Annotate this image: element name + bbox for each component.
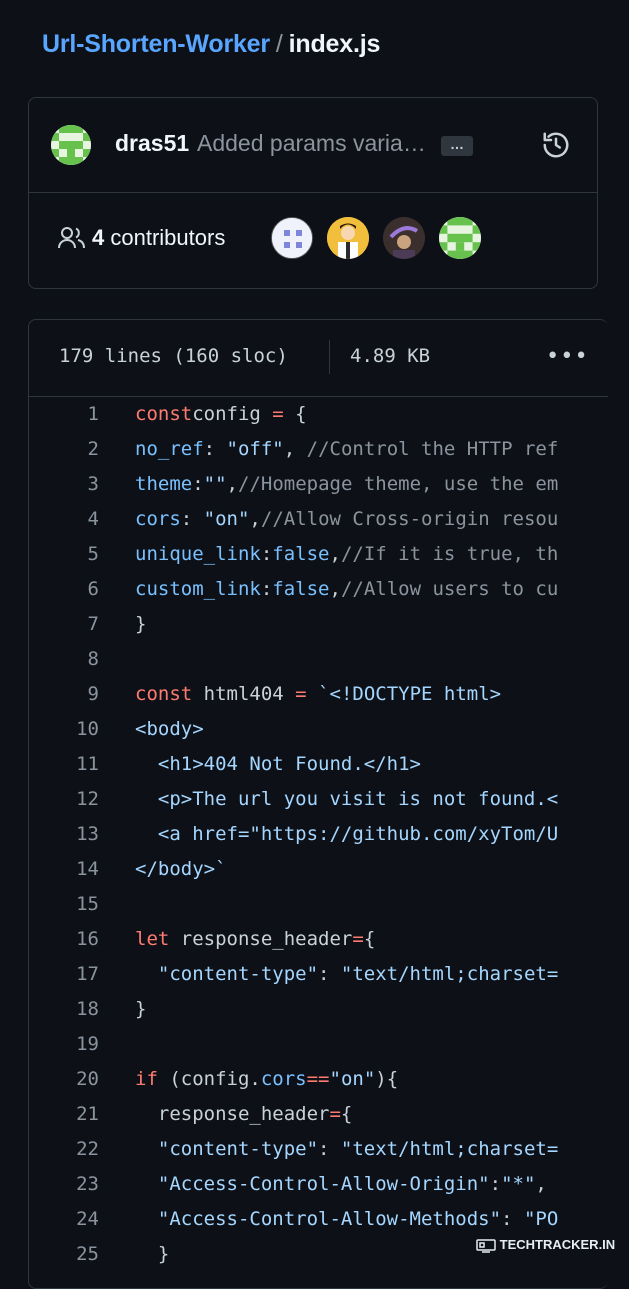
code-line: 1 constconfig = { bbox=[29, 397, 608, 432]
code-text: response_header={ bbox=[135, 1103, 353, 1125]
line-number[interactable]: 21 bbox=[29, 1103, 99, 1125]
line-number[interactable]: 1 bbox=[29, 403, 99, 425]
line-number[interactable]: 16 bbox=[29, 928, 99, 950]
watermark: TECHTRACKER.IN bbox=[476, 1237, 626, 1255]
code-text: "Access-Control-Allow-Origin":"*", bbox=[135, 1173, 547, 1195]
line-number[interactable]: 10 bbox=[29, 718, 99, 740]
code-text: no_ref: "off", //Control the HTTP ref bbox=[135, 438, 559, 460]
code-text: let response_header={ bbox=[135, 928, 376, 950]
code-line: 14 </body>` bbox=[29, 852, 608, 887]
line-number[interactable]: 24 bbox=[29, 1208, 99, 1230]
code-line: 23 "Access-Control-Allow-Origin":"*", bbox=[29, 1167, 608, 1202]
line-number[interactable]: 2 bbox=[29, 438, 99, 460]
line-number[interactable]: 14 bbox=[29, 858, 99, 880]
code-line: 22 "content-type": "text/html;charset= bbox=[29, 1132, 608, 1167]
code-text: </body>` bbox=[135, 858, 227, 880]
contributor-avatar[interactable] bbox=[439, 217, 481, 259]
line-number[interactable]: 5 bbox=[29, 543, 99, 565]
line-count: 179 lines (160 sloc) bbox=[59, 345, 288, 367]
line-number[interactable]: 11 bbox=[29, 753, 99, 775]
code-line: 11 <h1>404 Not Found.</h1> bbox=[29, 747, 608, 782]
latest-commit-box: dras51 Added params varia… … 4 contribut… bbox=[28, 97, 598, 289]
code-line: 16 let response_header={ bbox=[29, 922, 608, 957]
code-text: <p>The url you visit is not found.< bbox=[135, 788, 559, 810]
line-number[interactable]: 23 bbox=[29, 1173, 99, 1195]
watermark-text: TECHTRACKER.IN bbox=[499, 1237, 616, 1252]
breadcrumb-separator: / bbox=[275, 30, 283, 58]
code-line: 2 no_ref: "off", //Control the HTTP ref bbox=[29, 432, 608, 467]
file-size: 4.89 KB bbox=[350, 345, 431, 367]
code-line: 17 "content-type": "text/html;charset= bbox=[29, 957, 608, 992]
breadcrumb: Url-Shorten-Worker / index.js bbox=[42, 30, 380, 59]
contributor-avatar[interactable] bbox=[327, 217, 369, 259]
code-line: 13 <a href="https://github.com/xyTom/U bbox=[29, 817, 608, 852]
file-viewer: 179 lines (160 sloc) 4.89 KB ••• 1 constc… bbox=[28, 319, 608, 1289]
expand-commit-message-button[interactable]: … bbox=[441, 136, 473, 156]
line-number[interactable]: 20 bbox=[29, 1068, 99, 1090]
code-line: 19 bbox=[29, 1027, 608, 1062]
code-text: theme:"",//Homepage theme, use the em bbox=[135, 473, 559, 495]
contributor-avatar[interactable] bbox=[271, 217, 313, 259]
repo-link[interactable]: Url-Shorten-Worker bbox=[42, 30, 270, 58]
code-text: if (config.cors=="on"){ bbox=[135, 1068, 399, 1090]
contributors-row[interactable]: 4 contributors bbox=[29, 193, 597, 289]
line-number[interactable]: 12 bbox=[29, 788, 99, 810]
line-number[interactable]: 9 bbox=[29, 683, 99, 705]
code-line: 7} bbox=[29, 607, 608, 642]
line-number[interactable]: 8 bbox=[29, 648, 99, 670]
line-number[interactable]: 22 bbox=[29, 1138, 99, 1160]
author-avatar[interactable] bbox=[51, 125, 91, 165]
code-line: 10 <body> bbox=[29, 712, 608, 747]
code-text: "content-type": "text/html;charset= bbox=[135, 1138, 559, 1160]
line-number[interactable]: 19 bbox=[29, 1033, 99, 1055]
line-number[interactable]: 3 bbox=[29, 473, 99, 495]
code-line: 15 bbox=[29, 887, 608, 922]
line-number[interactable]: 25 bbox=[29, 1243, 99, 1265]
code-text: unique_link:false,//If it is true, th bbox=[135, 543, 559, 565]
code-text: "content-type": "text/html;charset= bbox=[135, 963, 559, 985]
code-line: 8 bbox=[29, 642, 608, 677]
code-line: 18} bbox=[29, 992, 608, 1027]
code-text: cors: "on",//Allow Cross-origin resou bbox=[135, 508, 559, 530]
contributor-avatar[interactable] bbox=[383, 217, 425, 259]
line-number[interactable]: 13 bbox=[29, 823, 99, 845]
line-number[interactable]: 7 bbox=[29, 613, 99, 635]
contributors-count[interactable]: 4 contributors bbox=[92, 225, 225, 251]
code-line: 3 theme:"",//Homepage theme, use the em bbox=[29, 467, 608, 502]
latest-commit-row: dras51 Added params varia… … bbox=[29, 98, 597, 193]
code-area[interactable]: 1 constconfig = { 2 no_ref: "off", //Contro… bbox=[29, 397, 608, 1272]
line-number[interactable]: 6 bbox=[29, 578, 99, 600]
code-text: <a href="https://github.com/xyTom/U bbox=[135, 823, 559, 845]
code-text: } bbox=[135, 1243, 170, 1265]
people-icon bbox=[58, 227, 85, 249]
file-name: index.js bbox=[288, 30, 381, 58]
code-text: constconfig = { bbox=[135, 403, 307, 425]
code-line: 5 unique_link:false,//If it is true, th bbox=[29, 537, 608, 572]
divider bbox=[329, 340, 330, 374]
code-line: 9 const html404 = `<!DOCTYPE html> bbox=[29, 677, 608, 712]
code-text: } bbox=[135, 998, 147, 1020]
code-line: 20 if (config.cors=="on"){ bbox=[29, 1062, 608, 1097]
code-line: 6 custom_link:false,//Allow users to cu bbox=[29, 572, 608, 607]
code-text: "Access-Control-Allow-Methods": "PO bbox=[135, 1208, 559, 1230]
line-number[interactable]: 17 bbox=[29, 963, 99, 985]
commit-message-link[interactable]: Added params varia… bbox=[197, 130, 426, 157]
code-line: 4 cors: "on",//Allow Cross-origin resou bbox=[29, 502, 608, 537]
line-number[interactable]: 4 bbox=[29, 508, 99, 530]
code-text: const html404 = `<!DOCTYPE html> bbox=[135, 683, 502, 705]
code-line: 12 <p>The url you visit is not found.< bbox=[29, 782, 608, 817]
line-number[interactable]: 18 bbox=[29, 998, 99, 1020]
code-text: <body> bbox=[135, 718, 204, 740]
code-line: 21 response_header={ bbox=[29, 1097, 608, 1132]
file-info-header: 179 lines (160 sloc) 4.89 KB ••• bbox=[29, 320, 608, 397]
monitor-icon bbox=[476, 1238, 496, 1253]
code-text: } bbox=[135, 613, 147, 635]
commit-author-link[interactable]: dras51 bbox=[115, 130, 189, 157]
line-number[interactable]: 15 bbox=[29, 893, 99, 915]
more-options-icon[interactable]: ••• bbox=[546, 344, 589, 369]
code-text: <h1>404 Not Found.</h1> bbox=[135, 753, 421, 775]
history-icon[interactable] bbox=[541, 130, 571, 160]
code-text: custom_link:false,//Allow users to cu bbox=[135, 578, 559, 600]
code-line: 24 "Access-Control-Allow-Methods": "PO bbox=[29, 1202, 608, 1237]
